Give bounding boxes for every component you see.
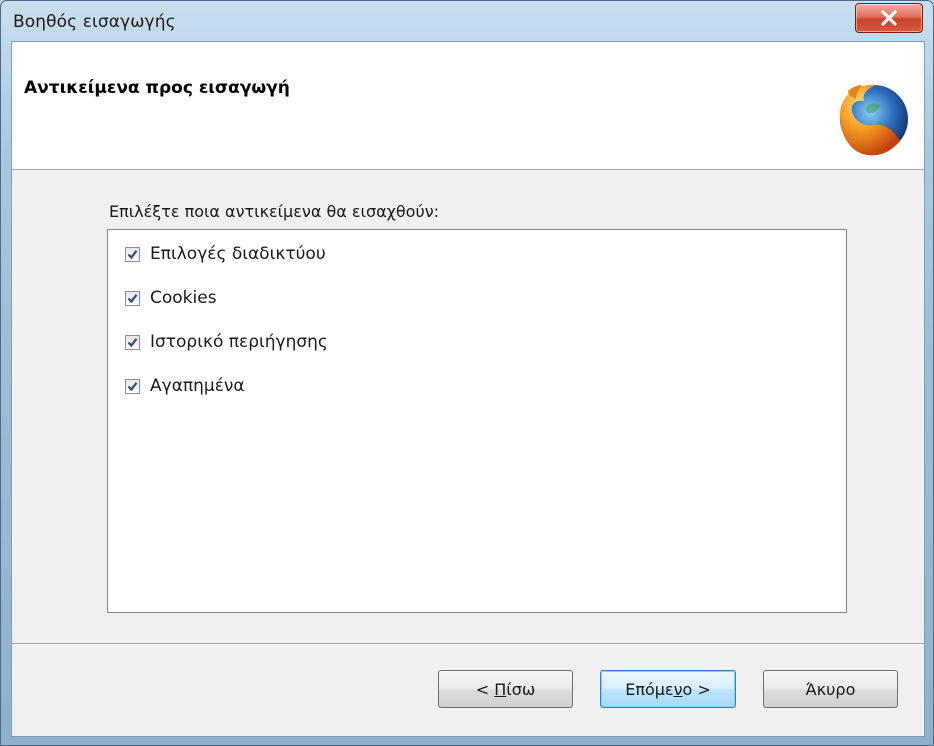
back-button[interactable]: < Πίσω: [438, 670, 573, 708]
checkmark-icon: [127, 293, 138, 303]
firefox-logo-icon: [840, 84, 908, 156]
checkmark-icon: [127, 337, 138, 347]
back-button-rest: ίσω: [506, 679, 536, 699]
next-button[interactable]: Επόμε ν ο >: [600, 670, 736, 708]
next-button-mnemonic: ν: [673, 679, 683, 699]
list-item[interactable]: Cookies: [125, 285, 217, 311]
close-button[interactable]: [855, 3, 923, 33]
wizard-client-area: Αντικείμενα προς εισαγωγή Επιλέξτε ποια …: [11, 41, 925, 737]
back-button-prefix: <: [475, 679, 495, 699]
close-icon: [881, 10, 897, 26]
button-separator: [12, 643, 924, 645]
checkbox[interactable]: [125, 378, 140, 394]
list-item-label: Αγαπημένα: [150, 376, 245, 396]
checkbox[interactable]: [125, 290, 140, 306]
page-title: Αντικείμενα προς εισαγωγή: [24, 78, 290, 98]
list-item[interactable]: Επιλογές διαδικτύου: [125, 241, 326, 267]
checkmark-icon: [127, 381, 138, 391]
checkbox[interactable]: [125, 334, 140, 350]
items-prompt-label: Επιλέξτε ποια αντικείμενα θα εισαχθούν:: [109, 202, 440, 221]
list-item-label: Ιστορικό περιήγησης: [150, 332, 328, 352]
import-wizard-window: Βοηθός εισαγωγής Αντικείμενα προς εισαγω…: [0, 0, 934, 746]
list-item[interactable]: Ιστορικό περιήγησης: [125, 329, 328, 355]
checkmark-icon: [127, 249, 138, 259]
title-bar[interactable]: Βοηθός εισαγωγής: [1, 1, 933, 41]
checkbox[interactable]: [125, 246, 140, 262]
next-button-prefix: Επόμε: [625, 679, 674, 699]
wizard-header: Αντικείμενα προς εισαγωγή: [12, 42, 924, 170]
cancel-button-label: Άκυρο: [805, 679, 856, 699]
window-title: Βοηθός εισαγωγής: [13, 12, 176, 32]
cancel-button[interactable]: Άκυρο: [763, 670, 898, 708]
list-item-label: Cookies: [150, 288, 217, 308]
next-button-rest: ο >: [682, 679, 711, 699]
back-button-mnemonic: Π: [494, 679, 507, 699]
list-item[interactable]: Αγαπημένα: [125, 373, 245, 399]
import-items-list[interactable]: Επιλογές διαδικτύου Cookies Ιστορικό περ…: [107, 229, 847, 613]
list-item-label: Επιλογές διαδικτύου: [150, 244, 326, 264]
